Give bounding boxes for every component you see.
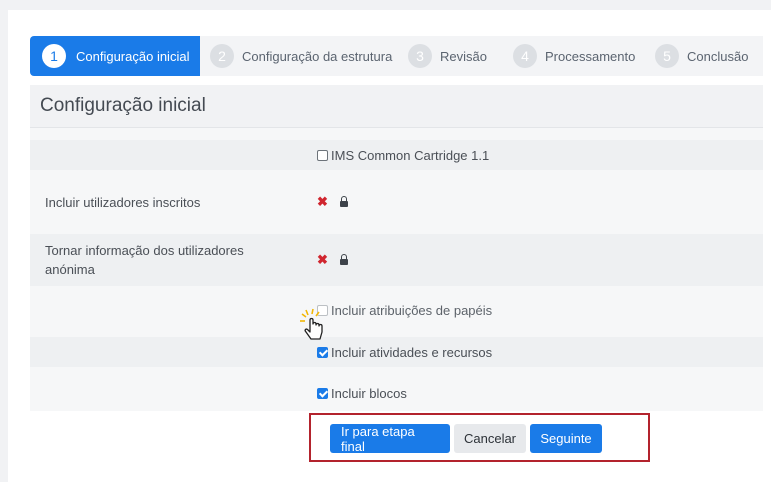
activities-checkbox[interactable]: [317, 347, 328, 358]
step-2[interactable]: 2 Configuração da estrutura: [200, 36, 398, 76]
row-ims: IMS Common Cartridge 1.1: [30, 140, 763, 170]
step-3[interactable]: 3 Revisão: [398, 36, 503, 76]
x-mark-icon: ✖: [317, 194, 328, 209]
row-role-assignments: Incluir atribuições de papéis: [30, 296, 763, 326]
role-assignments-control[interactable]: Incluir atribuições de papéis: [317, 303, 492, 318]
blocks-control[interactable]: Incluir blocos: [317, 386, 407, 401]
step-label: Configuração inicial: [76, 48, 190, 64]
step-number: 1: [42, 44, 66, 68]
step-label: Configuração da estrutura: [242, 48, 393, 64]
cancel-button[interactable]: Cancelar: [454, 424, 526, 453]
footer-buttons: Ir para etapa final Cancelar Seguinte: [330, 424, 602, 454]
ims-label: IMS Common Cartridge 1.1: [331, 148, 490, 163]
step-number: 5: [655, 44, 679, 68]
step-1[interactable]: 1 Configuração inicial: [30, 36, 200, 76]
step-4[interactable]: 4 Processamento: [503, 36, 645, 76]
step-label: Processamento: [545, 48, 636, 64]
section-title: Configuração inicial: [30, 85, 763, 128]
lock-icon: [339, 254, 348, 265]
row-activities: Incluir atividades e recursos: [30, 337, 763, 367]
include-users-value: ✖: [317, 194, 348, 210]
row-include-users: Incluir utilizadores inscritos ✖: [30, 180, 763, 224]
blocks-checkbox[interactable]: [317, 388, 328, 399]
next-button[interactable]: Seguinte: [530, 424, 602, 453]
hand-pointer-icon: [300, 308, 323, 340]
include-users-label: Incluir utilizadores inscritos: [45, 195, 201, 210]
row-blocks: Incluir blocos: [30, 378, 763, 408]
step-number: 3: [408, 44, 432, 68]
activities-label: Incluir atividades e recursos: [331, 345, 493, 360]
row-anonymize: Tornar informação dos utilizadores anóni…: [30, 234, 763, 286]
step-label: Conclusão: [687, 48, 749, 64]
x-mark-icon: ✖: [317, 252, 328, 267]
blocks-label: Incluir blocos: [331, 386, 407, 401]
anonymize-label: Tornar informação dos utilizadores anóni…: [45, 243, 244, 277]
step-number: 4: [513, 44, 537, 68]
stepper: 1 Configuração inicial 2 Configuração da…: [30, 36, 763, 76]
step-label: Revisão: [440, 48, 487, 64]
anonymize-value: ✖: [317, 252, 348, 268]
lock-icon: [339, 196, 348, 207]
step-5[interactable]: 5 Conclusão: [645, 36, 763, 76]
ims-checkbox-control[interactable]: IMS Common Cartridge 1.1: [317, 148, 489, 163]
activities-control[interactable]: Incluir atividades e recursos: [317, 345, 492, 360]
final-step-button[interactable]: Ir para etapa final: [330, 424, 450, 454]
step-number: 2: [210, 44, 234, 68]
role-assignments-label: Incluir atribuições de papéis: [331, 303, 493, 318]
ims-checkbox[interactable]: [317, 150, 328, 161]
